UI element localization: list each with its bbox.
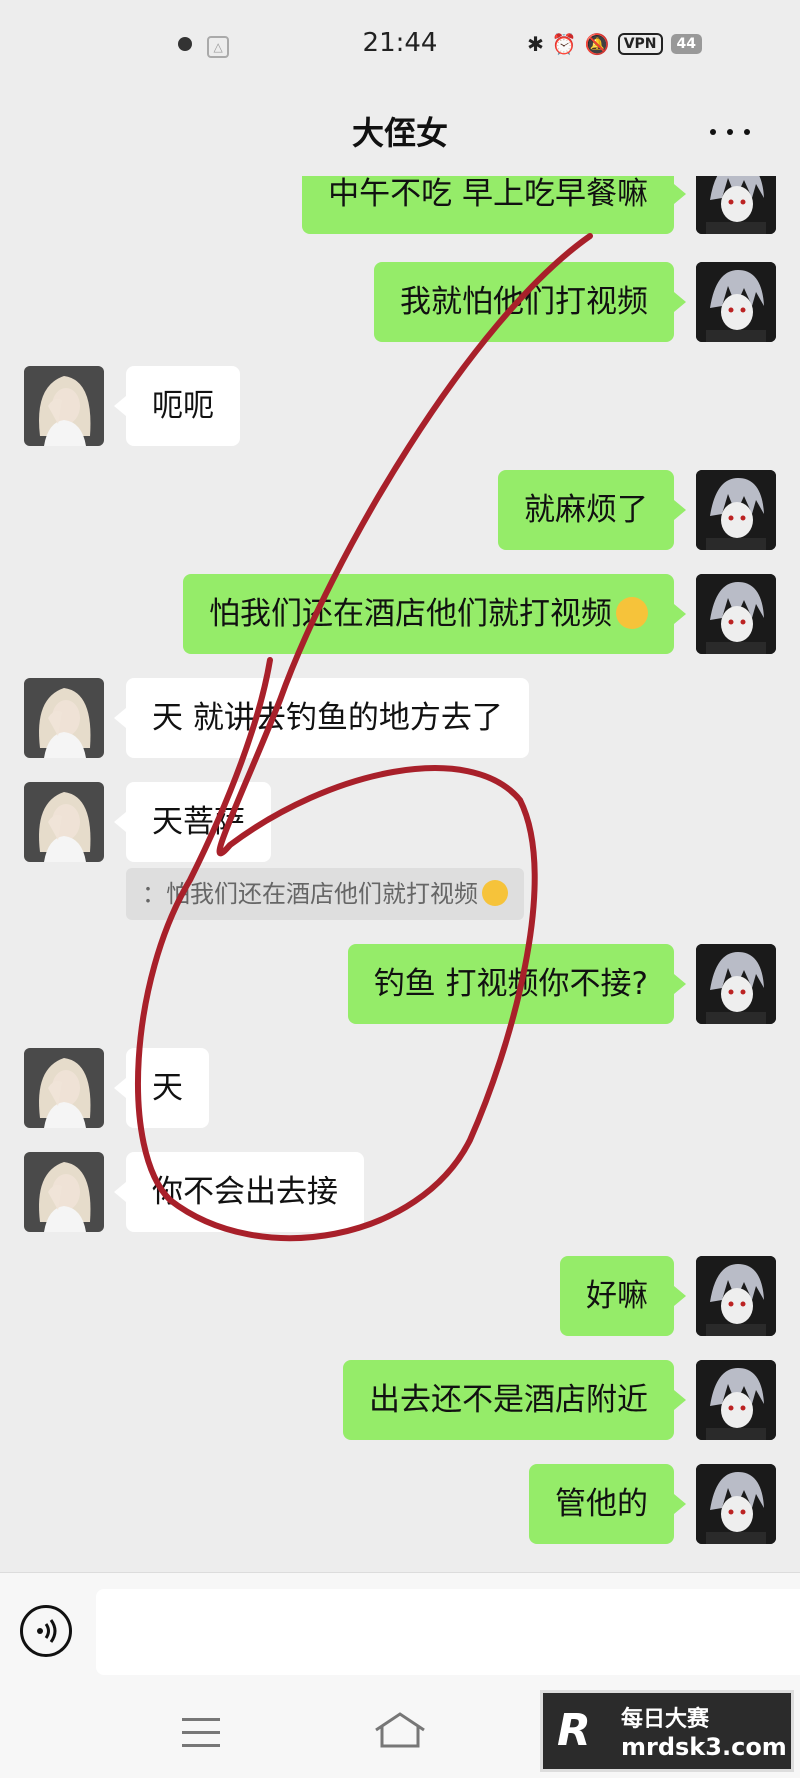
watermark-url: mrdsk3.com: [621, 1733, 787, 1761]
contact-message-bubble[interactable]: 天: [114, 1048, 209, 1128]
my-avatar[interactable]: [696, 1360, 776, 1440]
my-message-bubble[interactable]: 就麻烦了: [498, 470, 686, 550]
message-input[interactable]: [96, 1589, 800, 1675]
my-avatar[interactable]: [696, 944, 776, 1024]
menu-icon[interactable]: [182, 1718, 220, 1748]
contact-avatar[interactable]: [24, 1048, 104, 1128]
contact-avatar[interactable]: [24, 678, 104, 758]
my-message-bubble[interactable]: 出去还不是酒店附近: [343, 1360, 686, 1440]
quote-text: ：怕我们还在酒店他们就打视频: [142, 880, 478, 908]
status-bar: △ 21:44 ✱ ⏰ 🔕 VPN 44: [0, 0, 800, 90]
message-row: 天菩萨: [0, 782, 800, 862]
mute-icon: 🔕: [584, 32, 610, 56]
message-row: 呃呃: [0, 366, 800, 446]
my-message-bubble[interactable]: 我就怕他们打视频: [374, 262, 686, 342]
contact-message-bubble[interactable]: 天 就讲去钓鱼的地方去了: [114, 678, 529, 758]
voice-icon[interactable]: [20, 1605, 72, 1657]
input-bar: [0, 1572, 800, 1691]
message-row: 钓鱼 打视频你不接?: [0, 944, 800, 1024]
my-avatar[interactable]: [696, 176, 776, 234]
message-text: 怕我们还在酒店他们就打视频: [209, 596, 612, 632]
message-row: 好嘛: [0, 1256, 800, 1336]
my-avatar[interactable]: [696, 1464, 776, 1544]
watermark-r-logo-icon: R: [557, 1705, 591, 1756]
message-row: 我就怕他们打视频: [0, 262, 800, 342]
bluetooth-icon: ✱: [527, 32, 544, 56]
quoted-reply[interactable]: ：怕我们还在酒店他们就打视频: [126, 868, 524, 920]
chat-header: 大侄女: [0, 90, 800, 176]
message-row: 你不会出去接: [0, 1152, 800, 1232]
chat-title: 大侄女: [351, 114, 448, 152]
message-row: 天: [0, 1048, 800, 1128]
tears-of-joy-emoji-icon: [616, 596, 648, 629]
contact-avatar[interactable]: [24, 1152, 104, 1232]
message-row: 管他的: [0, 1464, 800, 1544]
tears-of-joy-emoji-icon: [482, 880, 508, 906]
voice-glyph: [37, 1619, 57, 1643]
vpn-badge: VPN: [617, 33, 663, 55]
message-row: 就麻烦了: [0, 470, 800, 550]
my-avatar[interactable]: [696, 1256, 776, 1336]
my-message-bubble[interactable]: 好嘛: [560, 1256, 686, 1336]
my-avatar[interactable]: [696, 262, 776, 342]
my-avatar[interactable]: [696, 470, 776, 550]
status-right-icons: ✱ ⏰ 🔕 VPN 44: [527, 32, 702, 56]
message-row: 天 就讲去钓鱼的地方去了: [0, 678, 800, 758]
message-row: 中午不吃 早上吃早餐嘛: [0, 176, 800, 234]
my-message-bubble[interactable]: 钓鱼 打视频你不接?: [347, 944, 687, 1024]
message-row: 出去还不是酒店附近: [0, 1360, 800, 1440]
message-row: 怕我们还在酒店他们就打视频: [0, 574, 800, 654]
contact-message-bubble[interactable]: 呃呃: [114, 366, 240, 446]
my-message-bubble[interactable]: 中午不吃 早上吃早餐嘛: [302, 176, 686, 234]
home-icon[interactable]: [372, 1710, 428, 1750]
more-dots-icon[interactable]: [710, 122, 750, 142]
my-message-bubble[interactable]: 管他的: [529, 1464, 686, 1544]
contact-avatar[interactable]: [24, 366, 104, 446]
contact-message-bubble[interactable]: 天菩萨: [114, 782, 271, 862]
contact-avatar[interactable]: [24, 782, 104, 862]
watermark-logo: R 每日大赛 mrdsk3.com: [540, 1690, 794, 1772]
battery-indicator: 44: [670, 34, 702, 54]
chat-area[interactable]: 中午不吃 早上吃早餐嘛 我就怕他们打视频 呃呃 就麻烦了 怕我们还在酒店他们就打…: [0, 176, 800, 1572]
my-avatar[interactable]: [696, 574, 776, 654]
alarm-icon: ⏰: [551, 32, 577, 56]
contact-message-bubble[interactable]: 你不会出去接: [114, 1152, 364, 1232]
watermark-title: 每日大赛: [621, 1707, 710, 1732]
my-message-bubble[interactable]: 怕我们还在酒店他们就打视频: [183, 574, 686, 654]
